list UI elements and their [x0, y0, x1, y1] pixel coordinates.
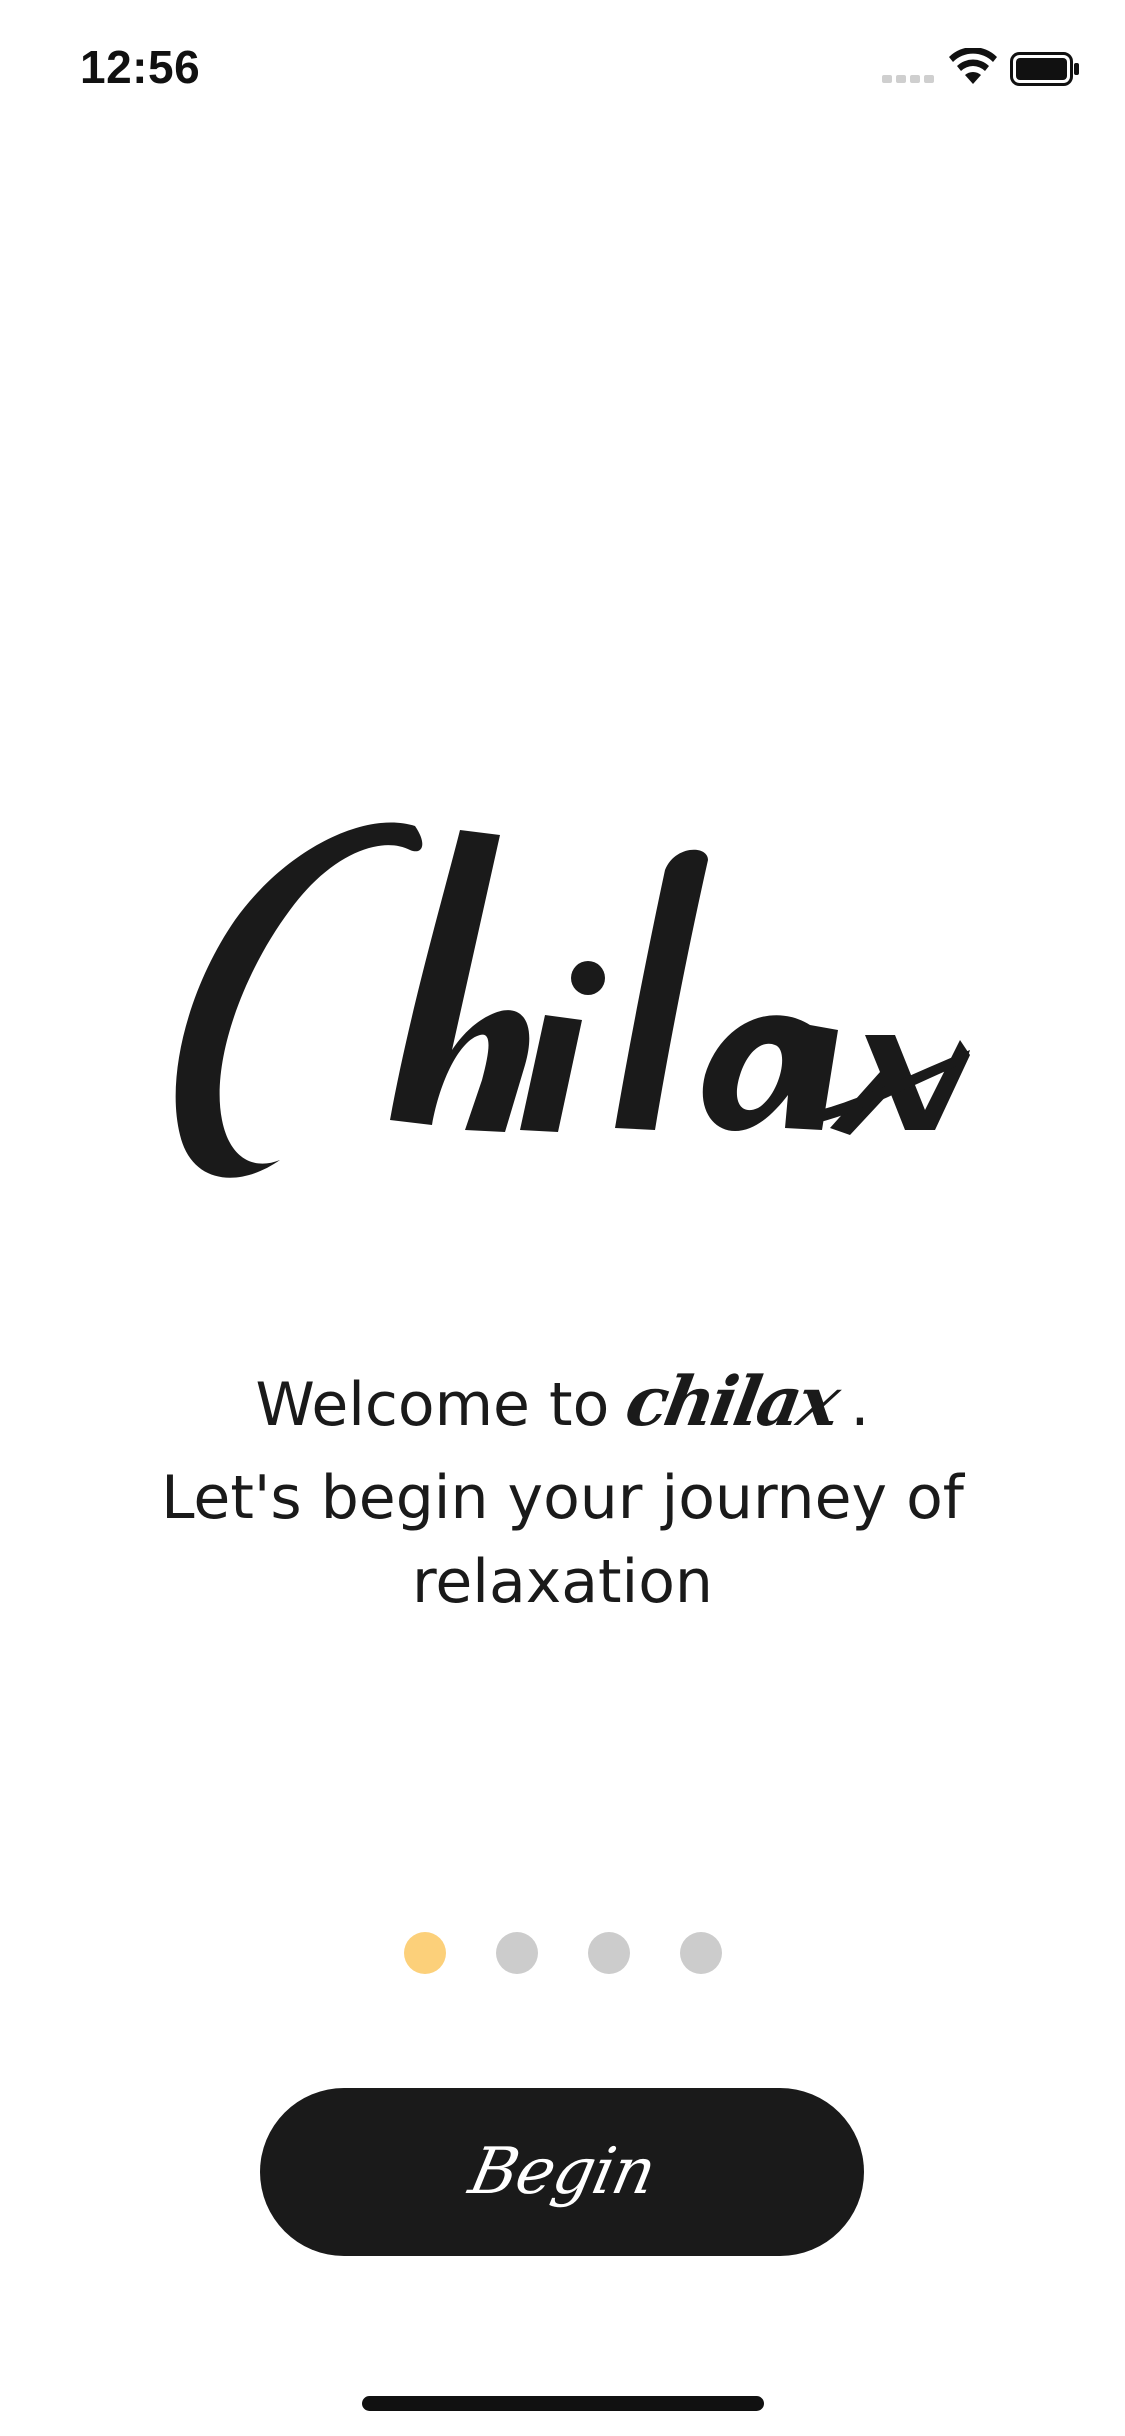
brand-inline: chilax — [620, 1362, 844, 1442]
welcome-message: Welcome to chilax . Let's begin your jou… — [0, 1360, 1125, 1624]
home-indicator[interactable] — [362, 2396, 764, 2411]
page-dot[interactable] — [403, 1932, 446, 1974]
wifi-icon — [949, 48, 997, 84]
page-dot[interactable] — [679, 1932, 722, 1974]
page-indicator — [0, 1932, 1125, 1974]
welcome-subtitle: Let's begin your journey of relaxation — [161, 1463, 964, 1617]
welcome-prefix: Welcome to — [255, 1370, 610, 1440]
status-time: 12:56 — [80, 41, 201, 93]
status-bar: 12:56 — [0, 0, 1125, 132]
welcome-suffix: . — [850, 1370, 870, 1440]
cellular-signal-icon — [882, 75, 934, 83]
onboarding-screen: 12:56 Welcome to chilax . Let's begin yo… — [0, 0, 1125, 2436]
page-dot[interactable] — [587, 1932, 630, 1974]
chilax-logo — [160, 810, 970, 1190]
battery-icon — [1010, 52, 1079, 86]
begin-button-label: Begin — [462, 2135, 662, 2209]
page-dot[interactable] — [495, 1932, 538, 1974]
begin-button[interactable]: Begin — [260, 2088, 864, 2256]
welcome-line: Welcome to chilax . — [0, 1360, 1125, 1456]
